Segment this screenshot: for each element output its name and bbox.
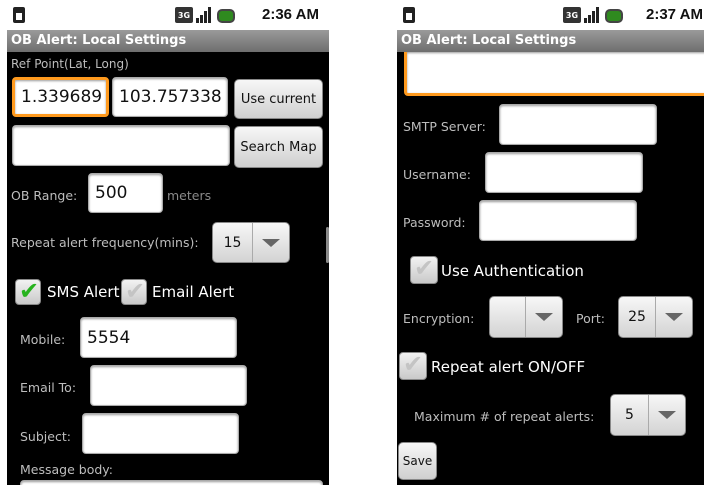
3g-data-icon: 3G xyxy=(175,7,193,23)
chevron-down-icon xyxy=(252,223,289,262)
use-authentication-checkbox[interactable] xyxy=(410,256,438,284)
email-alert-checkbox[interactable] xyxy=(121,279,147,305)
password-label: Password: xyxy=(403,215,466,230)
ref-point-label: Ref Point(Lat, Long) xyxy=(11,57,129,71)
port-value: 25 xyxy=(628,309,646,325)
chevron-down-icon xyxy=(525,297,562,337)
message-body-label: Message body: xyxy=(20,462,113,477)
title-bar: OB Alert: Local Settings xyxy=(7,30,329,52)
meters-label: meters xyxy=(167,188,212,203)
save-button[interactable]: Save xyxy=(398,442,437,480)
subject-input[interactable] xyxy=(82,413,239,454)
repeat-frequency-label: Repeat alert frequency(mins): xyxy=(11,235,199,250)
username-label: Username: xyxy=(403,167,471,182)
mobile-label: Mobile: xyxy=(20,332,66,347)
subject-label: Subject: xyxy=(20,429,71,444)
email-alert-label: Email Alert xyxy=(152,283,235,301)
title-bar: OB Alert: Local Settings xyxy=(397,30,704,52)
max-repeat-spinner[interactable]: 5 xyxy=(610,394,686,436)
latitude-input[interactable]: 1.339689 xyxy=(12,77,109,117)
password-input[interactable] xyxy=(479,200,637,241)
battery-icon xyxy=(217,9,235,23)
repeat-frequency-value: 15 xyxy=(223,234,242,251)
email-to-label: Email To: xyxy=(20,380,77,395)
email-to-input[interactable] xyxy=(90,365,247,406)
encryption-spinner[interactable] xyxy=(489,296,563,338)
mobile-input[interactable]: 5554 xyxy=(80,317,237,358)
signal-icon xyxy=(196,7,212,23)
max-repeat-value: 5 xyxy=(625,407,634,423)
status-bar: 3G 2:37 AM xyxy=(397,0,704,30)
chevron-down-icon xyxy=(648,395,685,435)
search-input[interactable] xyxy=(12,125,230,166)
repeat-alert-checkbox[interactable] xyxy=(399,352,427,380)
sd-card-icon xyxy=(403,7,415,23)
max-repeat-label: Maximum # of repeat alerts: xyxy=(414,409,595,424)
username-input[interactable] xyxy=(485,152,643,193)
scrollbar[interactable] xyxy=(326,227,329,263)
smtp-server-input[interactable] xyxy=(499,104,657,145)
sd-card-icon xyxy=(13,7,25,23)
clock: 2:37 AM xyxy=(646,6,703,23)
use-authentication-label: Use Authentication xyxy=(441,262,584,280)
signal-icon xyxy=(584,7,600,23)
use-current-button[interactable]: Use current xyxy=(234,79,323,119)
encryption-label: Encryption: xyxy=(403,311,475,326)
message-body-input[interactable] xyxy=(20,480,323,485)
sms-alert-checkbox[interactable] xyxy=(15,279,41,305)
3g-data-icon: 3G xyxy=(563,7,581,23)
smtp-server-label: SMTP Server: xyxy=(403,119,486,134)
message-body-input[interactable] xyxy=(404,52,704,96)
longitude-input[interactable]: 103.757338 xyxy=(112,77,228,117)
sms-alert-label: SMS Alert xyxy=(47,283,120,301)
chevron-down-icon xyxy=(655,297,692,337)
port-spinner[interactable]: 25 xyxy=(618,296,693,338)
ob-range-input[interactable]: 500 xyxy=(88,173,163,213)
repeat-frequency-spinner[interactable]: 15 xyxy=(212,222,290,263)
port-label: Port: xyxy=(576,311,605,326)
right-screen: 3G 2:37 AM OB Alert: Local Settings SMTP… xyxy=(397,0,704,485)
ob-range-label: OB Range: xyxy=(11,188,78,203)
status-bar: 3G 2:36 AM xyxy=(7,0,329,30)
repeat-alert-label: Repeat alert ON/OFF xyxy=(431,358,586,376)
battery-icon xyxy=(605,9,623,23)
search-map-button[interactable]: Search Map xyxy=(234,126,323,168)
clock: 2:36 AM xyxy=(262,6,319,23)
left-screen: 3G 2:36 AM OB Alert: Local Settings Ref … xyxy=(7,0,329,485)
